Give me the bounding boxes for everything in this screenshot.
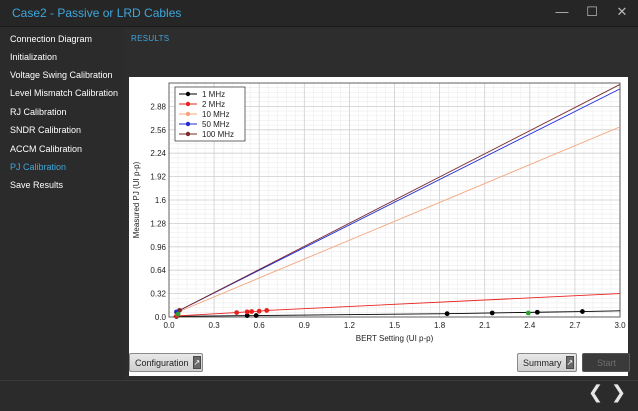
series-point — [264, 308, 270, 313]
close-icon[interactable]: ✕ — [614, 3, 630, 21]
y-tick-label: 0.96 — [150, 243, 166, 252]
x-tick-label: 2.1 — [479, 321, 491, 330]
legend-marker — [185, 101, 191, 107]
results-chart-panel: 0.0 0.3 0.6 0.9 1.2 1.5 1.8 2.1 2.4 2.7 3.0 0.0 0.32… — [129, 77, 628, 376]
sidebar-item-pj-calibration[interactable]: PJ Calibration — [10, 162, 66, 172]
section-label-results: RESULTS — [131, 34, 170, 43]
start-button[interactable]: Start — [582, 353, 630, 372]
sidebar-item-initialization[interactable]: Initialization — [10, 52, 57, 62]
sidebar-item-save-results[interactable]: Save Results — [10, 180, 63, 190]
series-point — [489, 310, 495, 316]
series-line — [176, 126, 621, 314]
series-point — [256, 308, 262, 314]
window-title: Case2 - Passive or LRD Cables — [12, 6, 182, 20]
series-line — [173, 293, 621, 317]
maximize-icon[interactable]: ☐ — [584, 3, 600, 21]
x-tick-label: 3.0 — [614, 321, 626, 330]
series-point — [580, 309, 585, 314]
series-point — [525, 310, 531, 316]
legend-marker — [185, 131, 191, 137]
x-tick-label: 1.8 — [434, 321, 446, 330]
sidebar-item-accm-calibration[interactable]: ACCM Calibration — [10, 144, 82, 154]
configuration-button-label: Configuration — [135, 357, 189, 368]
summary-button-label: Summary — [523, 357, 562, 368]
app-window: Case2 - Passive or LRD Cables — ☐ ✕ Conn… — [0, 0, 638, 411]
footer-bar — [0, 380, 638, 411]
title-bar: Case2 - Passive or LRD Cables — ☐ ✕ — [0, 0, 638, 27]
external-link-icon: ↗ — [192, 356, 202, 369]
legend-label: 2 MHz — [202, 100, 225, 109]
window-controls: — ☐ ✕ — [554, 3, 630, 21]
results-chart: 0.0 0.3 0.6 0.9 1.2 1.5 1.8 2.1 2.4 2.7 3.0 0.0 0.32… — [132, 82, 626, 343]
x-tick-label: 0.6 — [254, 321, 266, 330]
sidebar-item-rj-calibration[interactable]: RJ Calibration — [10, 107, 67, 117]
x-axis-label: BERT Setting (UI p-p) — [356, 334, 434, 343]
main-content: RESULTS 0.0 0.3 0.6 0.9 1.2 1.5 1.8 2.1 2.4 2.7 3.… — [124, 27, 634, 380]
x-tick-label: 2.7 — [569, 321, 581, 330]
start-button-label: Start — [596, 357, 616, 368]
y-tick-label: 2.24 — [150, 149, 166, 158]
y-tick-label: 2.88 — [150, 102, 166, 111]
chart-legend: 1 MHz2 MHz10 MHz50 MHz100 MHz — [174, 86, 246, 142]
x-tick-label: 1.2 — [344, 321, 356, 330]
chevron-left-icon[interactable]: ❮ — [588, 382, 603, 403]
legend-marker — [185, 111, 191, 117]
sidebar-item-sndr-calibration[interactable]: SNDR Calibration — [10, 125, 81, 135]
minimize-icon[interactable]: — — [554, 3, 570, 21]
legend-marker — [185, 121, 191, 127]
sidebar-item-voltage-swing-calibration[interactable]: Voltage Swing Calibration — [10, 70, 113, 80]
y-tick-label: 1.92 — [150, 173, 166, 182]
external-link-icon: ↗ — [565, 356, 575, 369]
x-tick-label: 0.9 — [299, 321, 311, 330]
series-point — [175, 311, 181, 317]
sidebar-item-connection-diagram[interactable]: Connection Diagram — [10, 34, 92, 44]
y-tick-label: 1.6 — [155, 196, 167, 205]
y-tick-label: 0.0 — [155, 313, 167, 322]
series-point — [253, 313, 259, 318]
y-tick-label: 0.64 — [150, 266, 166, 275]
legend-label: 10 MHz — [202, 110, 230, 119]
chevron-right-icon[interactable]: ❯ — [611, 382, 626, 403]
legend-label: 50 MHz — [202, 120, 230, 129]
series-point — [444, 311, 450, 317]
sidebar: Connection Diagram Initialization Voltag… — [0, 27, 124, 380]
series-point — [244, 309, 250, 315]
summary-button[interactable]: Summary ↗ — [517, 353, 577, 372]
series-line — [173, 310, 621, 318]
x-tick-label: 1.5 — [389, 321, 401, 330]
series-point — [534, 309, 540, 315]
legend-label: 100 MHz — [202, 130, 234, 139]
y-tick-label: 2.56 — [150, 126, 166, 135]
series-point — [234, 310, 240, 316]
x-tick-label: 0.3 — [209, 321, 221, 330]
y-tick-label: 1.28 — [150, 219, 166, 228]
configuration-button[interactable]: Configuration ↗ — [129, 353, 203, 372]
y-tick-label: 0.32 — [150, 290, 166, 299]
sidebar-item-level-mismatch-calibration[interactable]: Level Mismatch Calibration — [10, 88, 118, 98]
legend-label: 1 MHz — [202, 90, 225, 99]
x-tick-label: 2.4 — [524, 321, 536, 330]
y-axis-label: Measured PJ (UI p-p) — [132, 161, 141, 238]
legend-marker — [185, 91, 191, 97]
x-tick-label: 0.0 — [163, 321, 175, 330]
series-point — [249, 309, 255, 314]
